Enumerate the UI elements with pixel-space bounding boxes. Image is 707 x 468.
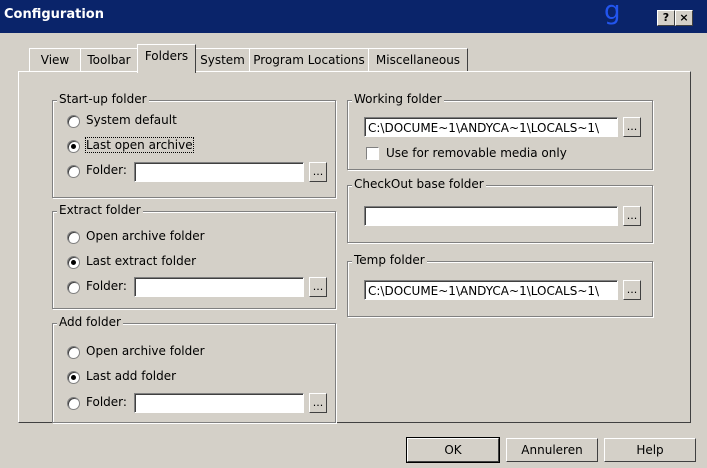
tab-system[interactable]: System (195, 48, 250, 71)
group-legend: CheckOut base folder (352, 177, 486, 191)
working-folder-browse-button[interactable]: ... (623, 117, 641, 137)
group-legend: Start-up folder (57, 92, 149, 106)
group-legend: Temp folder (352, 253, 427, 267)
radio-selected-dot (71, 144, 76, 149)
extract-last-extract-folder-radio[interactable] (67, 256, 80, 269)
add-open-archive-folder-label: Open archive folder (86, 344, 205, 358)
checkout-folder-input[interactable] (364, 206, 618, 226)
extract-folder-browse-button[interactable]: ... (309, 277, 327, 297)
add-folder-label: Folder: (86, 395, 127, 409)
add-last-add-folder-label: Last add folder (86, 369, 177, 383)
tab-folders[interactable]: Folders (137, 44, 196, 73)
startup-folder-radio[interactable] (67, 165, 80, 178)
help-button[interactable]: ? (657, 10, 675, 26)
cancel-button[interactable]: Annuleren (506, 438, 598, 462)
add-last-add-folder-radio[interactable] (67, 371, 80, 384)
close-button[interactable]: × (675, 10, 693, 26)
startup-folder-label: Folder: (86, 163, 127, 177)
startup-folder-browse-button[interactable]: ... (309, 162, 327, 182)
title-bar: Configuration g ? × (0, 0, 707, 33)
window-title: Configuration (4, 7, 104, 22)
group-legend: Extract folder (57, 203, 143, 217)
extract-open-archive-folder-radio[interactable] (67, 231, 80, 244)
extract-last-extract-folder-label: Last extract folder (86, 254, 197, 268)
group-legend: Add folder (57, 315, 123, 329)
removable-media-label: Use for removable media only (386, 146, 567, 160)
extract-folder-label: Folder: (86, 279, 127, 293)
ok-button[interactable]: OK (406, 437, 500, 463)
radio-selected-dot (71, 375, 76, 380)
temp-folder-input[interactable]: C:\DOCUME~1\ANDYCA~1\LOCALS~1\ (364, 280, 618, 300)
background-artifact-glyph: g (604, 0, 621, 26)
tab-toolbar[interactable]: Toolbar (80, 48, 138, 71)
tab-label: Program Locations (253, 53, 365, 67)
tab-program-locations[interactable]: Program Locations (249, 48, 369, 71)
tab-miscellaneous[interactable]: Miscellaneous (368, 48, 468, 71)
tab-view[interactable]: View (29, 48, 81, 71)
extract-folder-input[interactable] (134, 277, 304, 297)
tab-label: View (40, 53, 70, 67)
temp-folder-browse-button[interactable]: ... (623, 280, 641, 300)
startup-last-open-archive-radio[interactable] (67, 140, 80, 153)
add-folder-browse-button[interactable]: ... (309, 393, 327, 413)
tab-label: Toolbar (87, 53, 131, 67)
add-folder-input[interactable] (134, 393, 304, 413)
extract-open-archive-folder-label: Open archive folder (86, 229, 205, 243)
startup-folder-input[interactable] (134, 162, 304, 182)
tab-label: System (200, 53, 245, 67)
radio-selected-dot (71, 260, 76, 265)
tab-label: Miscellaneous (375, 53, 461, 67)
help-dialog-button[interactable]: Help (604, 438, 696, 462)
startup-last-open-archive-label: Last open archive (85, 137, 194, 153)
add-open-archive-folder-radio[interactable] (67, 346, 80, 359)
startup-system-default-label: System default (86, 113, 177, 127)
checkout-folder-browse-button[interactable]: ... (623, 206, 641, 226)
group-legend: Working folder (352, 92, 444, 106)
add-folder-radio[interactable] (67, 397, 80, 410)
removable-media-checkbox[interactable] (366, 147, 379, 160)
working-folder-input[interactable]: C:\DOCUME~1\ANDYCA~1\LOCALS~1\ (364, 117, 618, 137)
startup-system-default-radio[interactable] (67, 115, 80, 128)
tab-label: Folders (144, 49, 189, 63)
extract-folder-radio[interactable] (67, 281, 80, 294)
